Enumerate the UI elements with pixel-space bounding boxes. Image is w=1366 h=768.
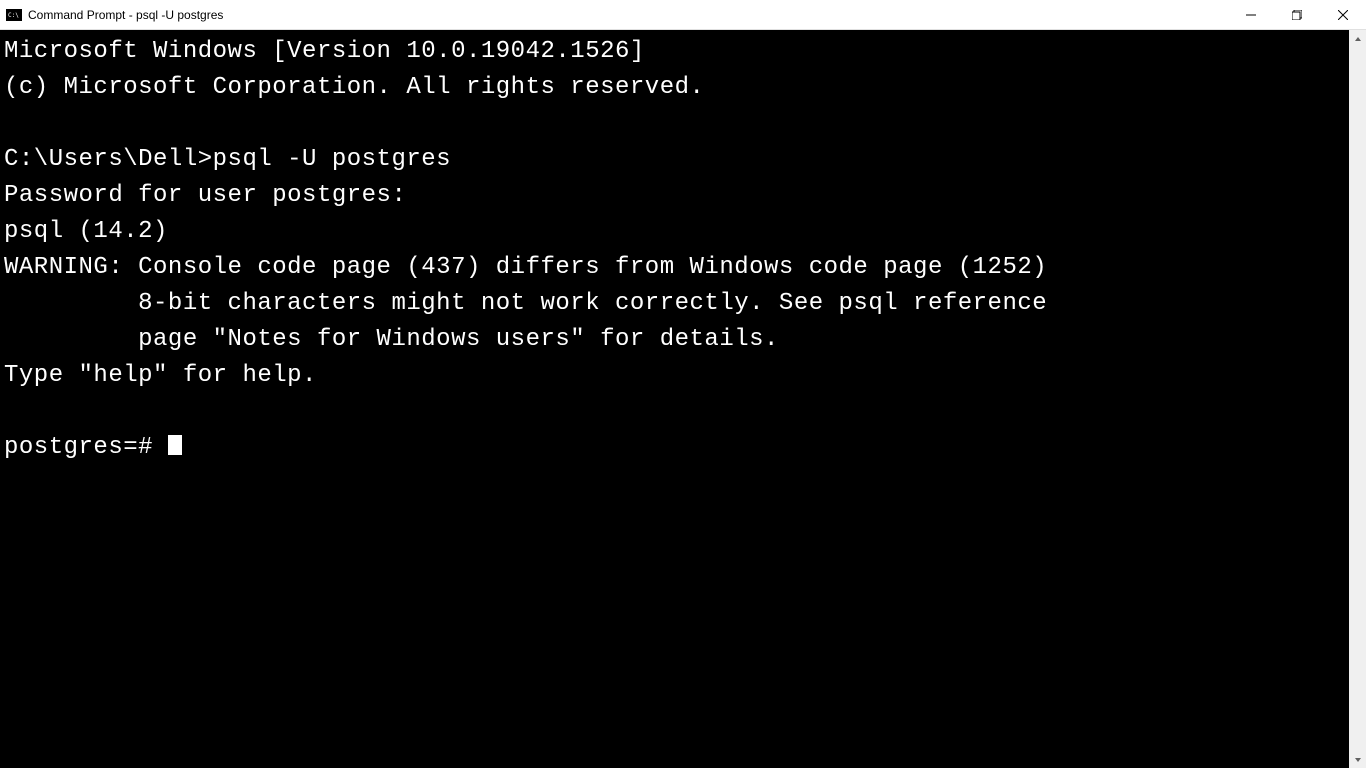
terminal-container: Microsoft Windows [Version 10.0.19042.15… xyxy=(0,30,1366,768)
maximize-button[interactable] xyxy=(1274,0,1320,29)
scroll-down-arrow-icon[interactable] xyxy=(1349,751,1366,768)
svg-text:C:\: C:\ xyxy=(8,12,19,19)
terminal-line: Microsoft Windows [Version 10.0.19042.15… xyxy=(4,38,645,65)
terminal-line: psql (14.2) xyxy=(4,218,168,245)
terminal-line: Password for user postgres: xyxy=(4,182,406,209)
close-button[interactable] xyxy=(1320,0,1366,29)
terminal-line: Type "help" for help. xyxy=(4,362,317,389)
terminal-prompt: postgres=# xyxy=(4,434,168,461)
window-titlebar: C:\ Command Prompt - psql -U postgres xyxy=(0,0,1366,30)
cmd-icon: C:\ xyxy=(6,7,22,23)
terminal-line: (c) Microsoft Corporation. All rights re… xyxy=(4,74,704,101)
terminal-line: WARNING: Console code page (437) differs… xyxy=(4,254,1047,281)
terminal-line: C:\Users\Dell>psql -U postgres xyxy=(4,146,451,173)
terminal-output[interactable]: Microsoft Windows [Version 10.0.19042.15… xyxy=(0,30,1349,768)
scroll-track[interactable] xyxy=(1349,47,1366,751)
cursor-icon xyxy=(168,435,182,455)
terminal-line: page "Notes for Windows users" for detai… xyxy=(4,326,779,353)
titlebar-left: C:\ Command Prompt - psql -U postgres xyxy=(0,7,223,23)
window-controls xyxy=(1228,0,1366,29)
terminal-line: 8-bit characters might not work correctl… xyxy=(4,290,1047,317)
scroll-up-arrow-icon[interactable] xyxy=(1349,30,1366,47)
window-title: Command Prompt - psql -U postgres xyxy=(28,8,223,22)
vertical-scrollbar[interactable] xyxy=(1349,30,1366,768)
minimize-button[interactable] xyxy=(1228,0,1274,29)
